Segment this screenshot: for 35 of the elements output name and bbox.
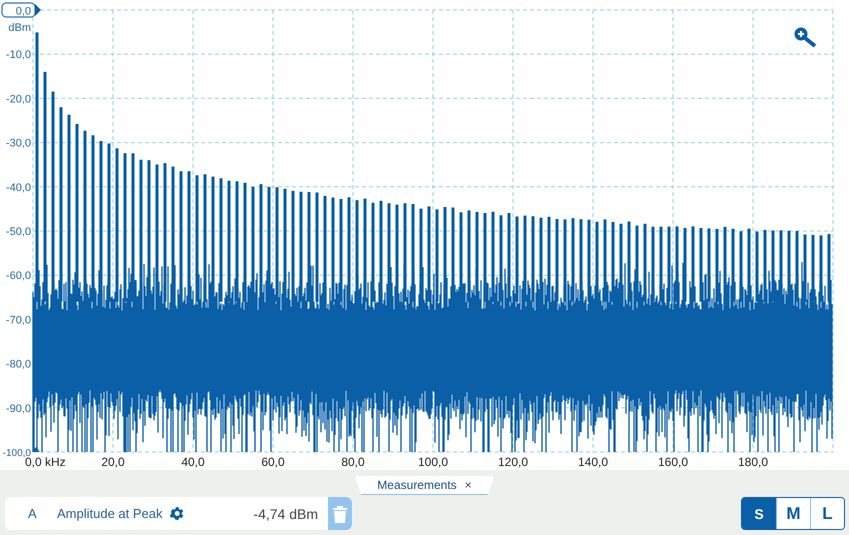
- axis-label: -80,0: [6, 358, 31, 371]
- size-button[interactable]: S: [742, 498, 776, 529]
- axis-label: 180,0: [738, 455, 768, 469]
- axis-label: 140,0: [578, 455, 608, 469]
- close-button[interactable]: ×: [464, 478, 472, 492]
- axis-label: -20,0: [6, 93, 31, 106]
- measurements-tab[interactable]: Measurements ×: [354, 476, 495, 495]
- axis-label: -10,0: [6, 49, 31, 62]
- axis-label: 120,0: [498, 455, 528, 469]
- settings-icon[interactable]: [168, 505, 185, 522]
- tab-label: Measurements: [377, 478, 457, 492]
- measurement-value: -4,74 dBm: [253, 506, 318, 522]
- measurement-row[interactable]: A Amplitude at Peak -4,74 dBm: [5, 497, 352, 530]
- size-button[interactable]: M: [776, 498, 810, 529]
- axis-label: 160,0: [658, 455, 688, 469]
- axis-label: -60,0: [6, 270, 31, 282]
- axis-label: -40,0: [6, 182, 31, 194]
- axis-label: 60,0: [261, 455, 285, 469]
- trash-icon: [333, 504, 347, 522]
- channel-label: A: [28, 506, 38, 521]
- axis-value: 0,0: [16, 6, 31, 18]
- axis-label: -90,0: [6, 402, 31, 415]
- axis-unit: dBm: [8, 22, 31, 34]
- marker-icon[interactable]: [32, 447, 40, 452]
- measurement-name: Amplitude at Peak: [57, 506, 164, 521]
- axis-label: 40,0: [181, 455, 205, 469]
- axis-label: 100,0: [418, 455, 448, 469]
- axis-label: -70,0: [6, 314, 31, 326]
- reference-marker[interactable]: [2, 2, 41, 18]
- axis-label: -50,0: [6, 226, 31, 238]
- size-button[interactable]: L: [810, 498, 844, 529]
- axis-label: -30,0: [6, 138, 31, 150]
- axis-label: 80,0: [341, 455, 365, 469]
- zoom-icon[interactable]: [794, 28, 816, 48]
- axis-label: 20,0: [101, 455, 125, 469]
